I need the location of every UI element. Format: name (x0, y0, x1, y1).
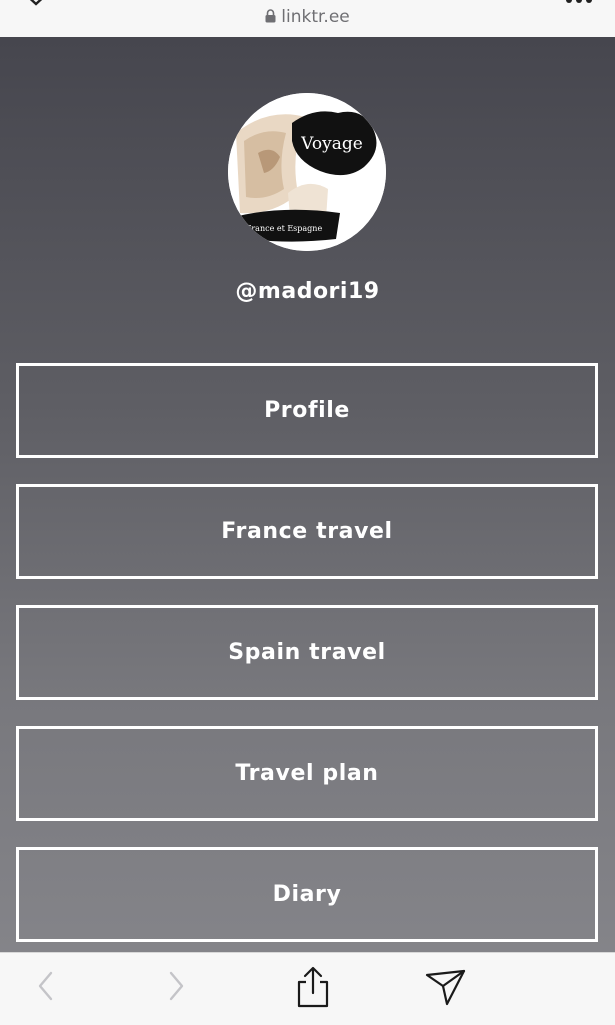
more-options-icon[interactable] (565, 0, 593, 6)
browser-top-bar: linktr.ee (0, 0, 615, 37)
url-text: linktr.ee (281, 7, 350, 27)
link-button-travel-plan[interactable]: Travel plan (16, 726, 598, 821)
address-bar[interactable]: linktr.ee (0, 7, 615, 27)
avatar: Voyage France et Espagne (228, 93, 386, 251)
link-list: Profile France travel Spain travel Trave… (16, 363, 598, 968)
send-icon[interactable] (424, 967, 468, 1007)
link-button-france-travel[interactable]: France travel (16, 484, 598, 579)
linktree-page: Voyage France et Espagne @madori19 Profi… (0, 37, 615, 952)
link-button-profile[interactable]: Profile (16, 363, 598, 458)
avatar-text-top: Voyage (300, 134, 363, 154)
share-icon[interactable] (294, 965, 332, 1009)
forward-chevron-icon[interactable] (166, 967, 188, 1003)
link-button-diary[interactable]: Diary (16, 847, 598, 942)
avatar-image: Voyage France et Espagne (228, 93, 386, 251)
link-button-spain-travel[interactable]: Spain travel (16, 605, 598, 700)
avatar-text-bottom: France et Espagne (246, 224, 323, 233)
lock-icon (265, 9, 276, 23)
browser-bottom-toolbar (0, 952, 615, 1025)
back-chevron-icon[interactable] (34, 967, 56, 1003)
username: @madori19 (235, 279, 380, 304)
